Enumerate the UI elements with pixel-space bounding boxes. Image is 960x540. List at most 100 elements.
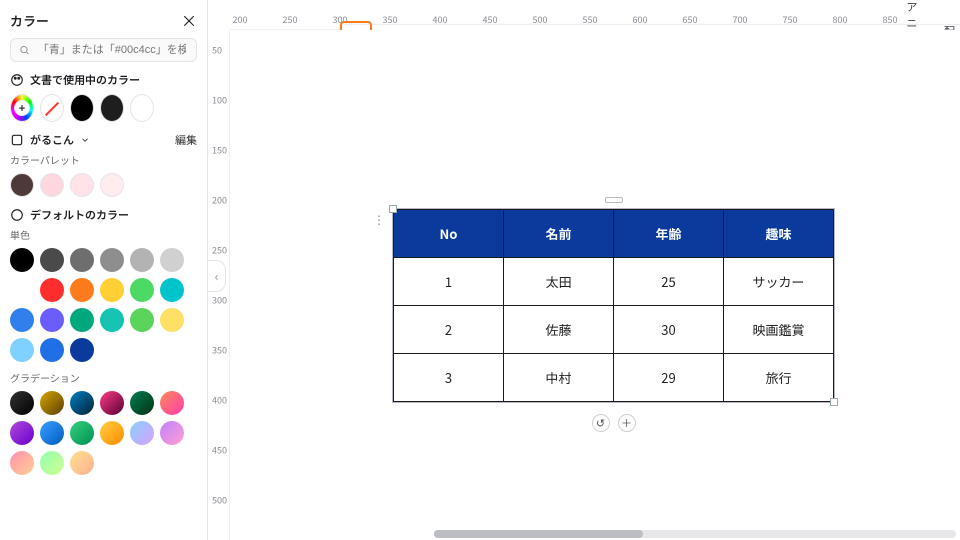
gradient-swatch[interactable] — [40, 421, 64, 445]
table-header[interactable]: 趣味 — [724, 210, 834, 258]
close-icon[interactable]: × — [181, 8, 197, 32]
gradient-swatch[interactable] — [10, 391, 34, 415]
default-icon — [10, 208, 24, 222]
swatch[interactable] — [130, 94, 154, 122]
table-row[interactable]: 1太田25サッカー — [394, 258, 834, 306]
ruler-tick: 400 — [212, 394, 227, 407]
swatch[interactable] — [40, 338, 64, 362]
swatch[interactable] — [130, 278, 154, 302]
edit-link[interactable]: 編集 — [175, 132, 197, 148]
default-colors-heading: デフォルトのカラー — [30, 207, 129, 223]
table-row[interactable]: 2佐藤30映画鑑賞 — [394, 306, 834, 354]
swatch[interactable] — [70, 338, 94, 362]
table-element[interactable]: ⋮ No名前年齢趣味1太田25サッカー2佐藤30映画鑑賞3中村29旅行 ↺ ＋ — [392, 208, 835, 403]
swatch[interactable] — [40, 248, 64, 272]
table-cell[interactable]: 3 — [394, 354, 504, 402]
search-icon — [19, 44, 30, 56]
ruler-tick: 500 — [212, 494, 227, 507]
gradient-swatch[interactable] — [40, 451, 64, 475]
table-cell[interactable]: 2 — [394, 306, 504, 354]
add-color-button[interactable] — [10, 94, 34, 122]
table-cell[interactable]: 太田 — [504, 258, 614, 306]
swatch[interactable] — [70, 278, 94, 302]
gradient-swatch[interactable] — [100, 421, 124, 445]
table-cell[interactable]: サッカー — [724, 258, 834, 306]
swatch[interactable] — [160, 248, 184, 272]
gradient-swatch[interactable] — [70, 421, 94, 445]
gradient-swatch[interactable] — [10, 421, 34, 445]
gradient-grid — [10, 391, 197, 475]
row-options-button[interactable]: ⋮ — [371, 209, 387, 229]
ruler-tick: 350 — [212, 344, 227, 357]
palette-label: カラーパレット — [10, 152, 197, 167]
selection-handle-top[interactable] — [605, 197, 623, 203]
swatch[interactable] — [100, 278, 124, 302]
swatch[interactable] — [70, 94, 94, 122]
ruler-tick: 250 — [283, 13, 298, 26]
table-cell[interactable]: 中村 — [504, 354, 614, 402]
ruler-tick: 250 — [212, 244, 227, 257]
gradient-swatch[interactable] — [40, 391, 64, 415]
brand-label: がるこん — [30, 132, 74, 148]
ruler-tick: 300 — [212, 294, 227, 307]
collapse-sidebar-button[interactable]: ‹ — [208, 260, 226, 292]
table-header[interactable]: 年齢 — [614, 210, 724, 258]
palette-icon — [10, 73, 24, 87]
data-table: No名前年齢趣味1太田25サッカー2佐藤30映画鑑賞3中村29旅行 — [393, 209, 834, 402]
add-row-button[interactable]: ＋ — [618, 414, 636, 432]
search-input[interactable] — [10, 38, 197, 62]
swatch[interactable] — [40, 278, 64, 302]
swatch[interactable] — [100, 248, 124, 272]
table-cell[interactable]: 映画鑑賞 — [724, 306, 834, 354]
sync-button[interactable]: ↺ — [592, 414, 610, 432]
swatch[interactable] — [70, 308, 94, 332]
ruler-tick: 50 — [212, 44, 222, 57]
swatch[interactable] — [100, 173, 124, 197]
swatch[interactable] — [10, 248, 34, 272]
search-field[interactable] — [36, 43, 188, 57]
brand-icon — [10, 133, 24, 147]
table-cell[interactable]: 30 — [614, 306, 724, 354]
table-header[interactable]: 名前 — [504, 210, 614, 258]
swatch[interactable] — [40, 308, 64, 332]
swatch[interactable] — [10, 338, 34, 362]
table-cell[interactable]: 1 — [394, 258, 504, 306]
swatch[interactable] — [160, 278, 184, 302]
table-cell[interactable]: 29 — [614, 354, 724, 402]
scrollbar-horizontal[interactable] — [434, 530, 956, 538]
gradient-swatch[interactable] — [70, 451, 94, 475]
gradient-swatch[interactable] — [160, 421, 184, 445]
swatch[interactable] — [70, 248, 94, 272]
swatch[interactable] — [100, 94, 124, 122]
ruler-tick: 450 — [212, 444, 227, 457]
doc-colors-heading: 文書で使用中のカラー — [30, 72, 140, 88]
canvas-area: 2002503003504004505005506006507007508008… — [208, 0, 960, 540]
table-cell[interactable]: 佐藤 — [504, 306, 614, 354]
gradient-swatch[interactable] — [130, 421, 154, 445]
swatch[interactable] — [10, 308, 34, 332]
gradient-swatch[interactable] — [100, 391, 124, 415]
ruler-tick: 100 — [212, 94, 227, 107]
table-header[interactable]: No — [394, 210, 504, 258]
gradient-swatch[interactable] — [10, 451, 34, 475]
swatch[interactable] — [10, 278, 34, 302]
chevron-down-icon[interactable] — [80, 135, 90, 145]
transparent-swatch[interactable] — [40, 94, 64, 122]
swatch[interactable] — [130, 308, 154, 332]
gradient-swatch[interactable] — [160, 391, 184, 415]
solid-label: 単色 — [10, 227, 197, 242]
swatch[interactable] — [40, 173, 64, 197]
swatch[interactable] — [70, 173, 94, 197]
panel-title: カラー — [10, 11, 49, 30]
color-panel: カラー × 文書で使用中のカラー がるこん — [0, 0, 208, 540]
swatch[interactable] — [100, 308, 124, 332]
table-cell[interactable]: 25 — [614, 258, 724, 306]
doc-color-row — [10, 94, 197, 122]
swatch[interactable] — [130, 248, 154, 272]
table-cell[interactable]: 旅行 — [724, 354, 834, 402]
swatch[interactable] — [10, 173, 34, 197]
gradient-swatch[interactable] — [70, 391, 94, 415]
swatch[interactable] — [160, 308, 184, 332]
table-row[interactable]: 3中村29旅行 — [394, 354, 834, 402]
gradient-swatch[interactable] — [130, 391, 154, 415]
